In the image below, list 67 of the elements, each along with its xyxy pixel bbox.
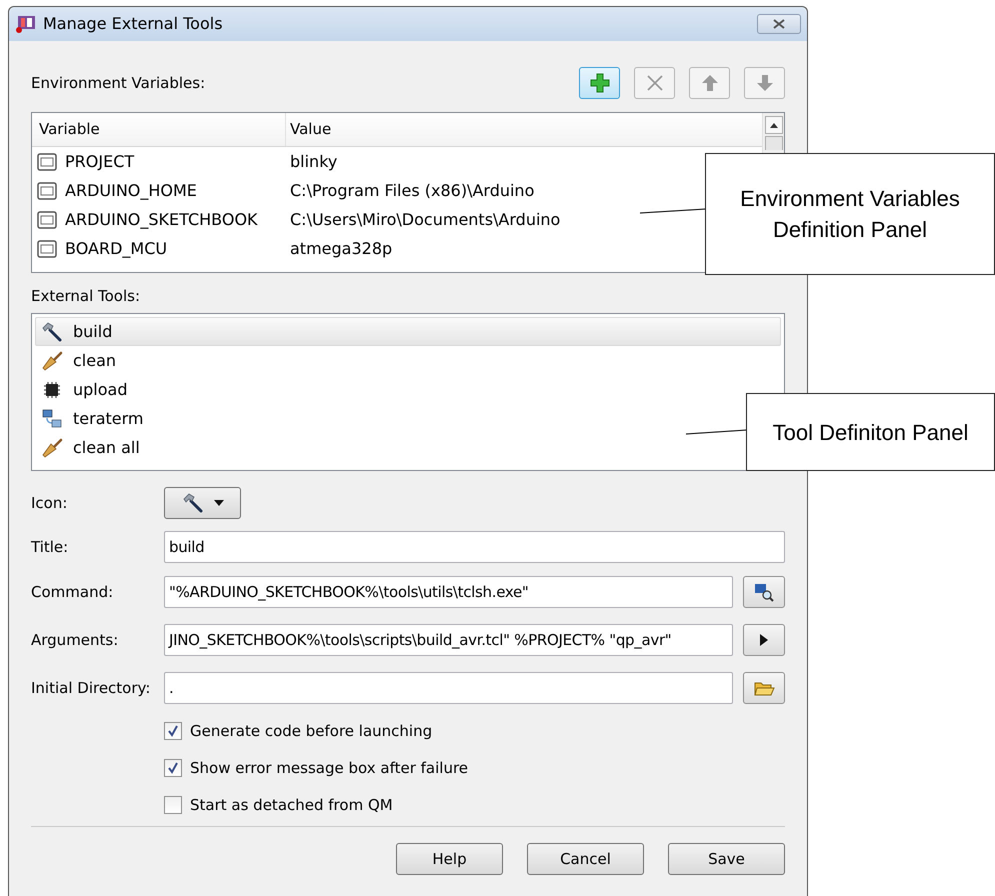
scroll-thumb[interactable] [764, 136, 782, 150]
menu-button[interactable] [743, 624, 785, 656]
app-icon [15, 14, 37, 34]
section-label: Environment Variables: [31, 72, 206, 94]
hammer-icon [182, 493, 204, 513]
close-icon [773, 19, 785, 29]
table-cell-text: ARDUINO_SKETCHBOOK [65, 208, 258, 231]
list-item[interactable]: build [35, 317, 781, 346]
field-label: Command: [31, 582, 114, 603]
broom-icon [41, 350, 63, 370]
add-button[interactable] [579, 67, 620, 99]
field-label: Arguments: [31, 630, 120, 651]
leader-line [640, 208, 706, 214]
table-cell-text: atmega328p [289, 238, 392, 260]
variable-icon [37, 240, 57, 258]
checkbox[interactable]: Start as detached from QM [164, 794, 393, 816]
table-cell-text: BOARD_MCU [65, 238, 168, 260]
column-header[interactable]: Value [286, 113, 762, 146]
input-field[interactable]: build [164, 531, 785, 563]
checkbox[interactable]: Generate code before launching [164, 720, 432, 742]
scroll-up-button[interactable] [764, 116, 782, 134]
window-title: Manage External Tools [43, 13, 223, 35]
check-icon [167, 762, 179, 774]
broom-icon [41, 438, 63, 458]
arrow-down-icon [754, 73, 774, 93]
table-cell-text: C:\Program Files (x86)\Arduino [289, 180, 534, 202]
leader-line [686, 429, 747, 435]
table-cell-text: C:\Users\Miro\Documents\Arduino [289, 208, 560, 230]
table-cell-text: ARDUINO_HOME [65, 180, 197, 202]
computer-icon [41, 408, 63, 428]
table-cell-text: PROJECT [65, 150, 134, 172]
list-item[interactable]: upload [35, 375, 134, 404]
chip-icon [41, 380, 63, 400]
list-item[interactable]: clean [35, 346, 124, 375]
arrow-up-icon [700, 73, 720, 93]
close-icon [644, 73, 664, 93]
checkbox[interactable]: Show error message box after failure [164, 756, 468, 780]
field-label: Title: [31, 536, 70, 558]
callout-text: Environment Variables Definition Panel [739, 185, 961, 244]
magnifier-icon [753, 582, 775, 602]
section-label: External Tools: [31, 286, 142, 306]
column-header[interactable]: Variable [32, 113, 286, 146]
scroll-up-icon [770, 122, 778, 128]
field-label: Icon: [31, 492, 68, 514]
icon-dropdown[interactable] [164, 487, 241, 519]
variable-icon [37, 210, 57, 228]
folder-button[interactable] [743, 672, 785, 704]
variable-icon [37, 152, 57, 170]
input-field[interactable]: "%ARDUINO_SKETCHBOOK%\tools\utils\tclsh.exe" [164, 576, 733, 608]
callout-text: Tool Definiton Panel [772, 418, 970, 446]
play-icon [759, 634, 769, 646]
variable-icon [37, 182, 57, 200]
table-cell-text: blinky [289, 150, 338, 172]
close-button[interactable] [757, 14, 801, 34]
hammer-icon [41, 322, 63, 342]
field-label: Initial Directory: [31, 678, 152, 699]
browse-button[interactable] [743, 576, 785, 608]
input-field[interactable]: . [164, 672, 733, 704]
plus-icon [588, 72, 610, 94]
check-icon [167, 725, 179, 737]
dialog-button[interactable]: Help [396, 843, 503, 875]
dialog-button[interactable]: Save [668, 843, 785, 875]
input-field[interactable]: JINO_SKETCHBOOK%\tools\scripts\build_avr.tcl" %PROJECT% "qp_avr" [164, 624, 733, 656]
list-item[interactable]: teraterm [35, 404, 150, 433]
list-item[interactable]: clean all [35, 433, 147, 462]
dialog-button[interactable]: Cancel [527, 843, 644, 875]
caret-icon [214, 500, 224, 506]
